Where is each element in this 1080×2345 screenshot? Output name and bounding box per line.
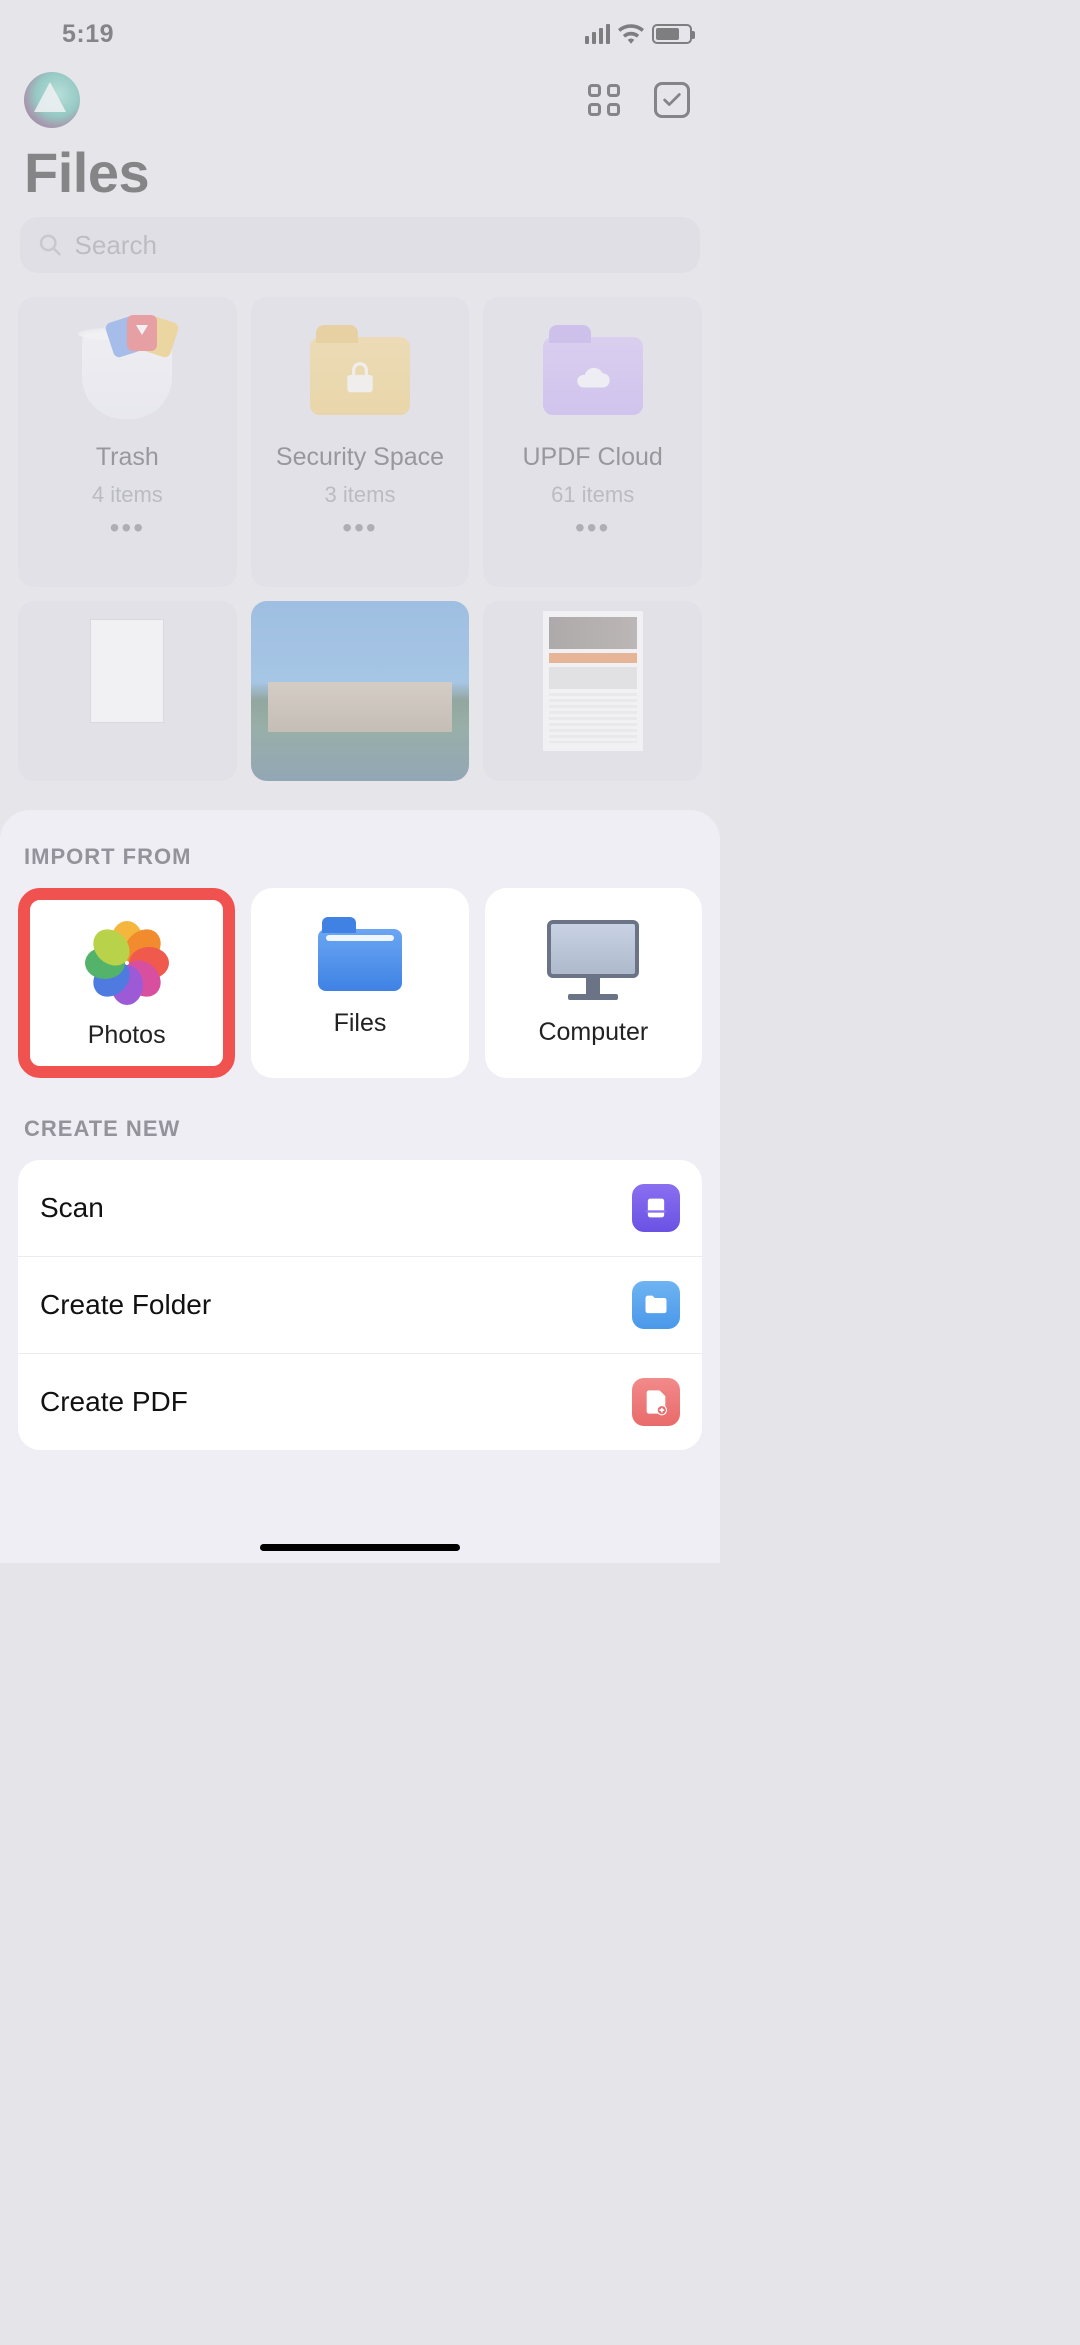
computer-icon (547, 920, 639, 1000)
create-section-title: CREATE NEW (24, 1116, 696, 1142)
cellular-icon (585, 24, 611, 44)
photos-icon (84, 917, 170, 1003)
folder-subtitle: 61 items (551, 482, 634, 508)
folder-trash[interactable]: Trash 4 items ••• (18, 297, 237, 587)
search-field[interactable] (20, 217, 700, 273)
import-label: Files (334, 1009, 387, 1038)
file-item-blank[interactable] (18, 601, 237, 781)
create-pdf-button[interactable]: Create PDF (18, 1354, 702, 1450)
folder-label: UPDF Cloud (523, 443, 663, 472)
status-indicators (585, 24, 693, 44)
more-icon[interactable]: ••• (110, 514, 145, 542)
status-bar: 5:19 (0, 0, 720, 54)
create-label: Scan (40, 1192, 104, 1224)
more-icon[interactable]: ••• (342, 514, 377, 542)
search-icon (38, 232, 63, 258)
file-item-photo[interactable] (251, 601, 470, 781)
create-scan-button[interactable]: Scan (18, 1160, 702, 1257)
avatar[interactable] (24, 72, 80, 128)
more-icon[interactable]: ••• (575, 514, 610, 542)
battery-icon (652, 24, 692, 44)
create-folder-button[interactable]: Create Folder (18, 1257, 702, 1354)
action-sheet: IMPORT FROM Photos Files Computer (0, 810, 720, 1563)
folder-subtitle: 4 items (92, 482, 163, 508)
import-label: Computer (538, 1018, 648, 1047)
create-list: Scan Create Folder Create PDF (18, 1160, 702, 1450)
wifi-icon (618, 24, 644, 44)
import-computer-button[interactable]: Computer (485, 888, 702, 1078)
folder-label: Trash (96, 443, 159, 472)
folder-label: Security Space (276, 443, 444, 472)
folder-icon (310, 315, 410, 437)
pdf-icon (632, 1378, 680, 1426)
create-label: Create Folder (40, 1289, 211, 1321)
document-icon (90, 619, 164, 723)
folder-security-space[interactable]: Security Space 3 items ••• (251, 297, 470, 587)
layout-grid-icon[interactable] (588, 84, 620, 116)
folder-subtitle: 3 items (325, 482, 396, 508)
document-thumbnail (543, 611, 643, 751)
folder-icon (543, 315, 643, 437)
photo-thumbnail (251, 601, 470, 781)
create-label: Create PDF (40, 1386, 188, 1418)
folder-icon (632, 1281, 680, 1329)
status-time: 5:19 (62, 20, 114, 49)
select-mode-icon[interactable] (654, 82, 690, 118)
home-indicator[interactable] (260, 1544, 460, 1551)
scan-icon (632, 1184, 680, 1232)
folder-updf-cloud[interactable]: UPDF Cloud 61 items ••• (483, 297, 702, 587)
files-folder-icon (318, 929, 402, 991)
file-item-document[interactable] (483, 601, 702, 781)
import-photos-button[interactable]: Photos (18, 888, 235, 1078)
import-files-button[interactable]: Files (251, 888, 468, 1078)
header (0, 54, 720, 128)
search-input[interactable] (75, 230, 682, 261)
trash-icon (82, 315, 172, 437)
import-section-title: IMPORT FROM (24, 844, 696, 870)
page-title: Files (0, 128, 720, 213)
import-label: Photos (88, 1021, 166, 1050)
